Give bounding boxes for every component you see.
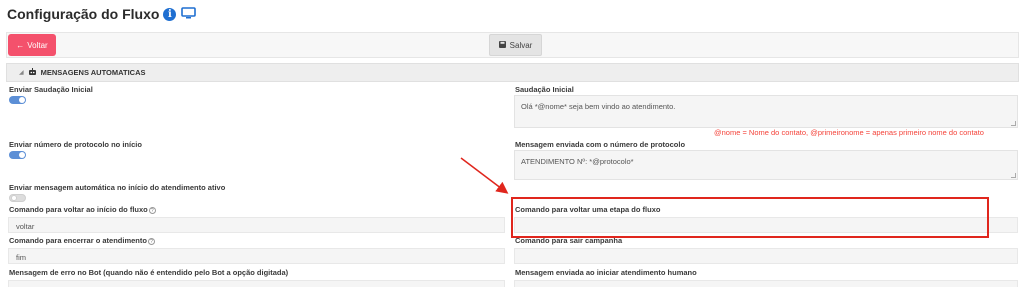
annotation-arrow-icon <box>460 157 509 194</box>
